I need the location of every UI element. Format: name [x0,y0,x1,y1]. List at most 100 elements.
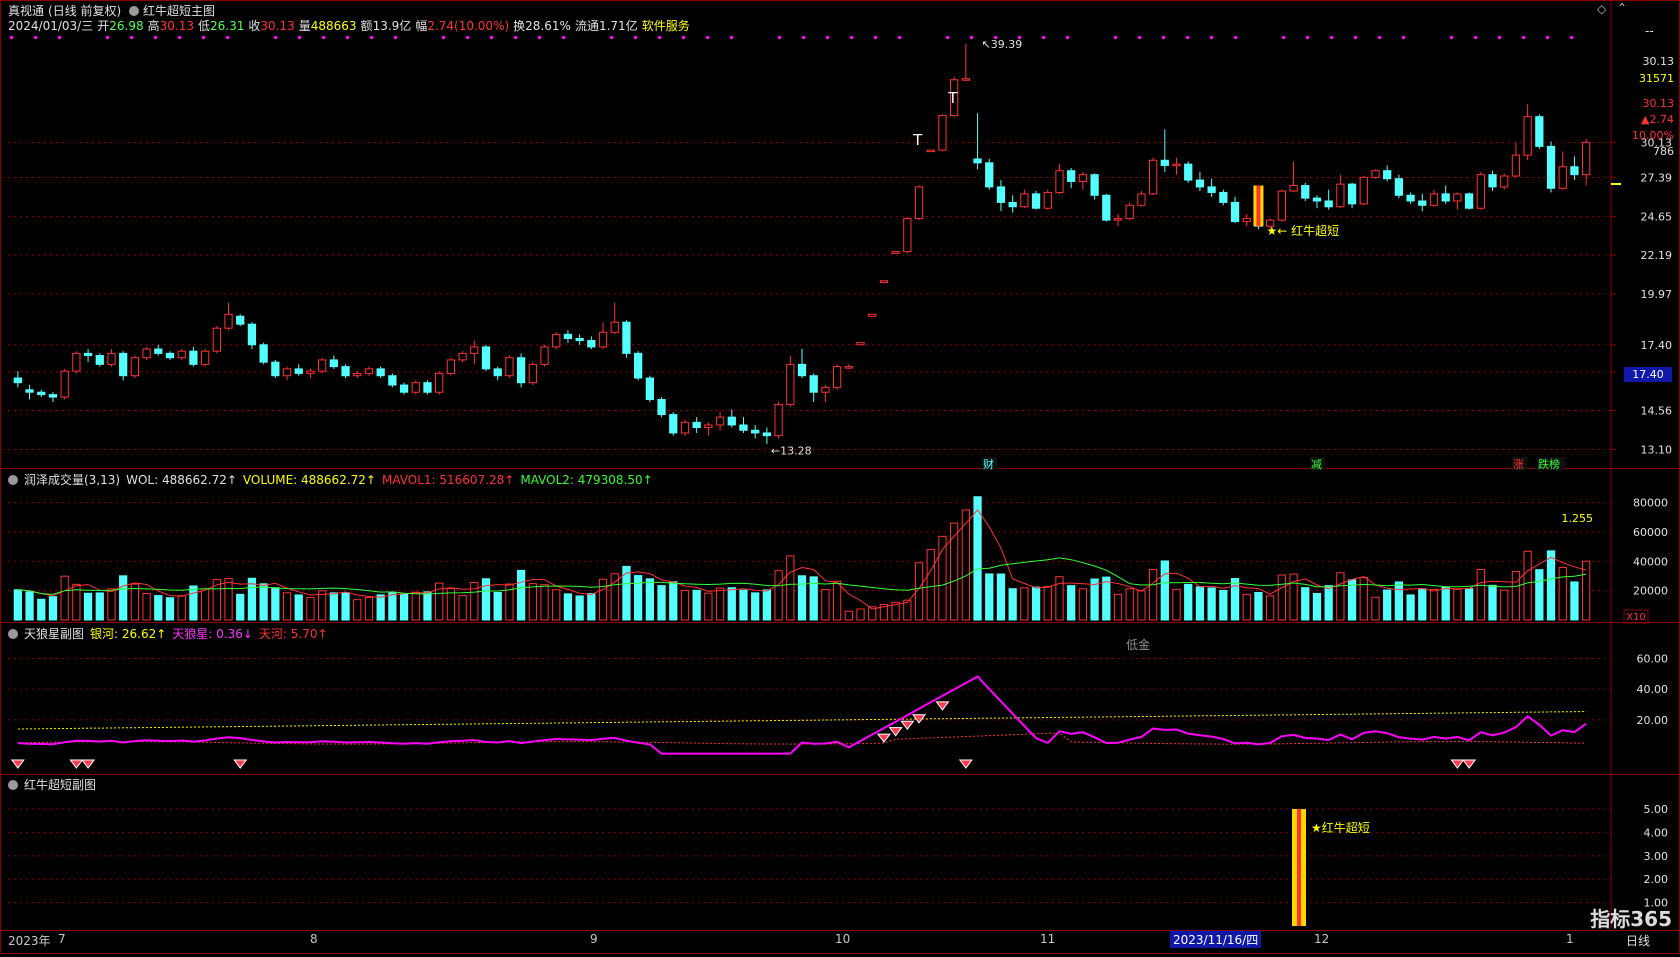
candle-body [1394,178,1404,196]
candle-body [1242,218,1251,223]
float-value: 1.71亿 [598,19,638,33]
sector-tag[interactable]: 软件服务 [642,19,690,33]
chevron-up-icon[interactable]: ⌃ [1617,1,1627,15]
candle-body [1336,183,1345,208]
candle-body [1102,194,1111,221]
turnover-label: 换 [513,19,526,33]
mavol2-value: MAVOL2: 479308.50↑ [520,473,653,487]
change-value: 2.74(10.00%) [427,19,510,33]
signal-dot [1474,36,1477,39]
volume-bar [376,594,385,621]
gem-marker-icon [69,759,84,769]
candle-body [1371,170,1380,178]
candle-body [1418,200,1427,206]
volume-bar [704,592,713,621]
volume-bar [1429,588,1439,621]
bull-tick-label-1: 4.00 [1644,826,1669,839]
candle-body [645,377,654,401]
main-tick-label-2: 24.65 [1641,210,1673,223]
candle-body [938,115,947,151]
volume-bar [329,592,338,621]
candle-body [1523,116,1532,156]
gem-marker-icon [1450,759,1465,769]
volume-bar [552,589,561,621]
volume-bar [1195,586,1205,621]
volume-bar [751,592,760,621]
bull-settings-icon[interactable] [8,780,18,790]
signal-dot [394,36,397,39]
trough-label: ←13.28 [771,444,812,457]
volume-bar [399,593,409,621]
period-label[interactable]: 日线 [1626,932,1650,949]
candle-body [1137,193,1146,206]
vol-label: 量 [298,19,311,33]
candle-body [282,368,292,377]
candle-body [165,352,175,359]
volume-bar [985,573,994,621]
gem-marker-icon [10,759,25,769]
volume-bar [973,496,982,621]
diamond-icon[interactable]: ◇ [1597,2,1606,16]
signal-dot [946,36,949,39]
volume-bar [364,596,374,621]
candle-body [762,432,772,437]
volume-bar [1546,550,1556,621]
volume-bar [1558,567,1567,621]
vol-value: 488663 [310,19,357,33]
volume-bar [1242,593,1251,621]
candle-body [60,370,69,398]
volume-bar [1230,578,1240,621]
volume-bar [1172,588,1181,621]
bull-title[interactable]: 红牛超短副图 [24,778,96,792]
candle-body [715,416,725,426]
volume-bar [1464,588,1474,621]
candle-body [481,346,491,370]
signal-dot [1450,36,1453,39]
chart-mode: (日线 前复权) [48,4,122,18]
volume-bar [1043,585,1052,621]
signal-dot [490,36,493,39]
signal-dot [850,36,853,39]
volume-bar [996,573,1006,621]
volume-bar [1453,588,1462,621]
volume-panel-header: 润泽成交量(3,13) WOL: 488662.72↑ VOLUME: 488662… [8,471,659,488]
quote-line: 2024/01/03/三 开26.98 高30.13 低26.31 收30.13 量488… [8,17,694,33]
candle-body [1172,163,1181,167]
volume-settings-icon[interactable] [8,475,18,485]
gem-marker-icon [1462,759,1477,769]
volume-bar [341,591,350,621]
settings-gear-icon[interactable] [129,6,140,16]
candle-body [879,280,889,284]
candle-body [1113,218,1123,221]
signal-dot [58,36,61,39]
volume-bar [1008,588,1017,621]
candle-body [411,382,420,393]
candle-body [1511,154,1521,177]
volume-bar [107,588,116,621]
bull-signal-core [1297,809,1301,926]
open-value: 26.98 [109,19,144,33]
volume-bar [1488,584,1497,621]
indicator-name[interactable]: 红牛超短主图 [143,4,215,18]
quote-date: 2024/01/03/三 [8,19,94,33]
candle-body [1429,193,1439,206]
candle-body [552,333,561,348]
volume-bar [762,589,772,621]
signal-dot [1114,36,1117,39]
vol-tick-label-1: 60000 [1633,526,1668,539]
volume-bar [1394,581,1404,621]
volume-bar [1078,588,1088,621]
volume-bar [634,575,643,621]
brand-logo: 指标365 [1590,907,1672,931]
candle-body [1406,194,1415,202]
signal-dot [1306,36,1309,39]
main-bull-signal-core [1256,185,1261,227]
wolf-settings-icon[interactable] [8,629,18,639]
volume-bar [458,595,467,621]
signal-dot [514,36,517,39]
candle-body [1078,174,1088,182]
wolf-title[interactable]: 天狼星副图 [24,627,84,641]
candle-body [1488,174,1497,188]
candle-body [692,421,701,429]
volume-title[interactable]: 润泽成交量(3,13) [24,473,120,487]
